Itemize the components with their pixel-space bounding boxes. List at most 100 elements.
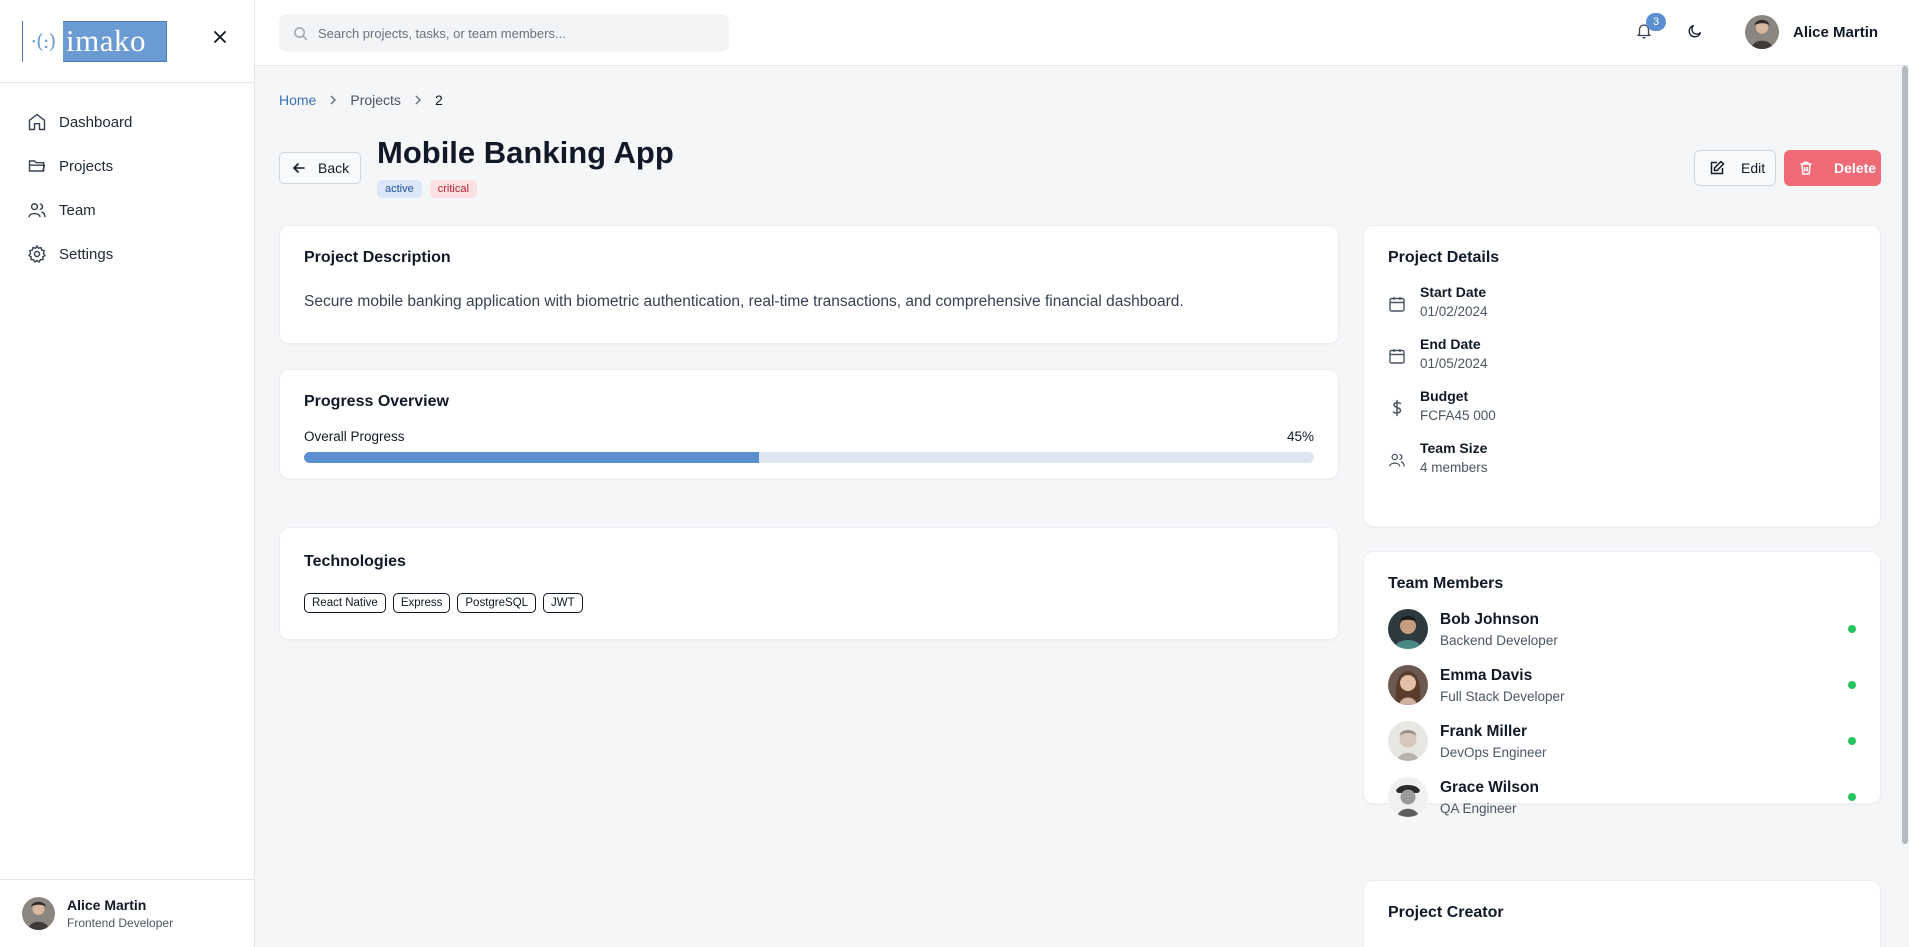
member-role: QA Engineer <box>1440 800 1517 816</box>
progress-percent: 45% <box>1286 429 1314 444</box>
priority-badge: critical <box>429 180 477 198</box>
edit-button[interactable]: Edit <box>1694 150 1776 186</box>
team-member[interactable]: Frank Miller DevOps Engineer <box>1388 721 1856 761</box>
moon-icon[interactable] <box>1687 23 1703 39</box>
status-badge: active <box>377 180 422 198</box>
sidebar-item-label: Settings <box>59 245 114 263</box>
team-member[interactable]: Bob Johnson Backend Developer <box>1388 609 1856 649</box>
sidebar-item-projects[interactable]: Projects <box>0 144 254 188</box>
detail-value: 01/02/2024 <box>1420 304 1488 319</box>
progress-bar-fill <box>304 452 759 463</box>
close-sidebar-icon[interactable] <box>212 29 228 45</box>
creator-title: Project Creator <box>1388 904 1504 921</box>
team-members-card: Team Members Bob Johnson Backend Develope… <box>1363 551 1881 817</box>
member-role: DevOps Engineer <box>1440 744 1547 760</box>
avatar <box>1388 777 1428 817</box>
calendar-icon <box>1389 297 1405 312</box>
progress-card: Progress Overview Overall Progress 45% <box>279 369 1339 479</box>
search-box <box>279 14 729 52</box>
detail-budget: Budget FCFA45 000 <box>1388 388 1856 423</box>
scrollbar[interactable] <box>1901 66 1909 844</box>
detail-label: End Date <box>1420 336 1481 352</box>
delete-label: Delete <box>1834 160 1877 176</box>
sidebar-item-label: Team <box>59 201 96 219</box>
technology-chip: React Native <box>304 593 386 613</box>
dollar-icon <box>1392 399 1402 417</box>
breadcrumb-current: 2 <box>434 92 443 108</box>
calendar-icon <box>1389 349 1405 364</box>
technology-list: React Native Express PostgreSQL JWT <box>304 593 1314 613</box>
notification-badge: 3 <box>1646 13 1666 31</box>
breadcrumb-projects[interactable]: Projects <box>350 92 401 108</box>
search-input[interactable] <box>318 25 718 41</box>
detail-value: FCFA45 000 <box>1420 408 1496 423</box>
home-icon <box>28 113 46 131</box>
sidebar-item-settings[interactable]: Settings <box>0 232 254 276</box>
member-role: Backend Developer <box>1440 632 1558 648</box>
member-name: Frank Miller <box>1440 722 1527 740</box>
member-name: Grace Wilson <box>1440 778 1539 796</box>
sidebar-user-name: Alice Martin <box>67 897 147 913</box>
edit-label: Edit <box>1741 160 1766 176</box>
member-role: Full Stack Developer <box>1440 688 1565 704</box>
arrow-left-icon <box>292 163 305 173</box>
project-details-card: Project Details Start Date 01/02/2024 End… <box>1363 225 1881 527</box>
technology-chip: Express <box>392 593 451 613</box>
member-name: Emma Davis <box>1440 666 1533 684</box>
details-title: Project Details <box>1388 249 1500 266</box>
logo-mark: ·(:) <box>23 20 63 62</box>
chevron-right-icon <box>330 95 337 105</box>
technologies-title: Technologies <box>304 553 406 570</box>
avatar <box>1388 665 1428 705</box>
progress-title: Progress Overview <box>304 393 449 410</box>
sidebar-item-label: Projects <box>59 157 114 175</box>
team-member[interactable]: Grace Wilson QA Engineer <box>1388 777 1856 817</box>
sidebar-user[interactable]: Alice Martin Frontend Developer <box>0 879 255 947</box>
member-name: Bob Johnson <box>1440 610 1540 628</box>
delete-button[interactable]: Delete <box>1784 150 1881 186</box>
detail-value: 4 members <box>1420 460 1488 475</box>
team-member[interactable]: Emma Davis Full Stack Developer <box>1388 665 1856 705</box>
progress-bar <box>304 452 1314 463</box>
detail-label: Team Size <box>1420 440 1488 456</box>
breadcrumb: Home Projects 2 <box>279 92 443 108</box>
chevron-right-icon <box>415 95 421 105</box>
online-status-dot <box>1848 625 1856 633</box>
sidebar: ·(:) imako Dashboard Projects Team Setti… <box>0 0 255 947</box>
sidebar-user-role: Frontend Developer <box>67 916 174 930</box>
scrollbar-thumb[interactable] <box>1902 66 1908 844</box>
logo-wordmark: imako <box>66 23 146 58</box>
sidebar-item-team[interactable]: Team <box>0 188 254 232</box>
logo-row: ·(:) imako <box>0 0 254 83</box>
team-title: Team Members <box>1388 575 1504 592</box>
folder-icon <box>28 160 46 172</box>
avatar <box>22 897 55 930</box>
online-status-dot <box>1848 681 1856 689</box>
technology-chip: JWT <box>543 593 583 613</box>
users-icon <box>1389 453 1405 467</box>
gear-icon <box>28 244 46 263</box>
detail-label: Budget <box>1420 388 1469 404</box>
user-menu[interactable]: Alice Martin <box>1745 15 1878 49</box>
description-text: Secure mobile banking application with b… <box>304 293 1184 310</box>
detail-end-date: End Date 01/05/2024 <box>1388 336 1856 371</box>
breadcrumb-home[interactable]: Home <box>279 92 316 108</box>
edit-icon <box>1710 160 1725 175</box>
status-tags: active critical <box>377 180 477 198</box>
detail-team-size: Team Size 4 members <box>1388 440 1856 475</box>
search-icon <box>294 26 308 40</box>
online-status-dot <box>1848 737 1856 745</box>
detail-start-date: Start Date 01/02/2024 <box>1388 284 1856 319</box>
progress-label: Overall Progress <box>304 429 405 444</box>
technology-chip: PostgreSQL <box>457 593 537 613</box>
back-button[interactable]: Back <box>279 152 361 184</box>
logo[interactable]: ·(:) imako <box>22 20 167 62</box>
top-header: 3 Alice Martin <box>255 0 1909 66</box>
sidebar-item-dashboard[interactable]: Dashboard <box>0 100 254 144</box>
sidebar-item-label: Dashboard <box>59 113 133 131</box>
project-creator-card: Project Creator <box>1363 880 1881 947</box>
avatar <box>1745 15 1779 49</box>
back-label: Back <box>318 160 350 176</box>
page-title: Mobile Banking App <box>377 135 674 170</box>
detail-label: Start Date <box>1420 284 1487 300</box>
